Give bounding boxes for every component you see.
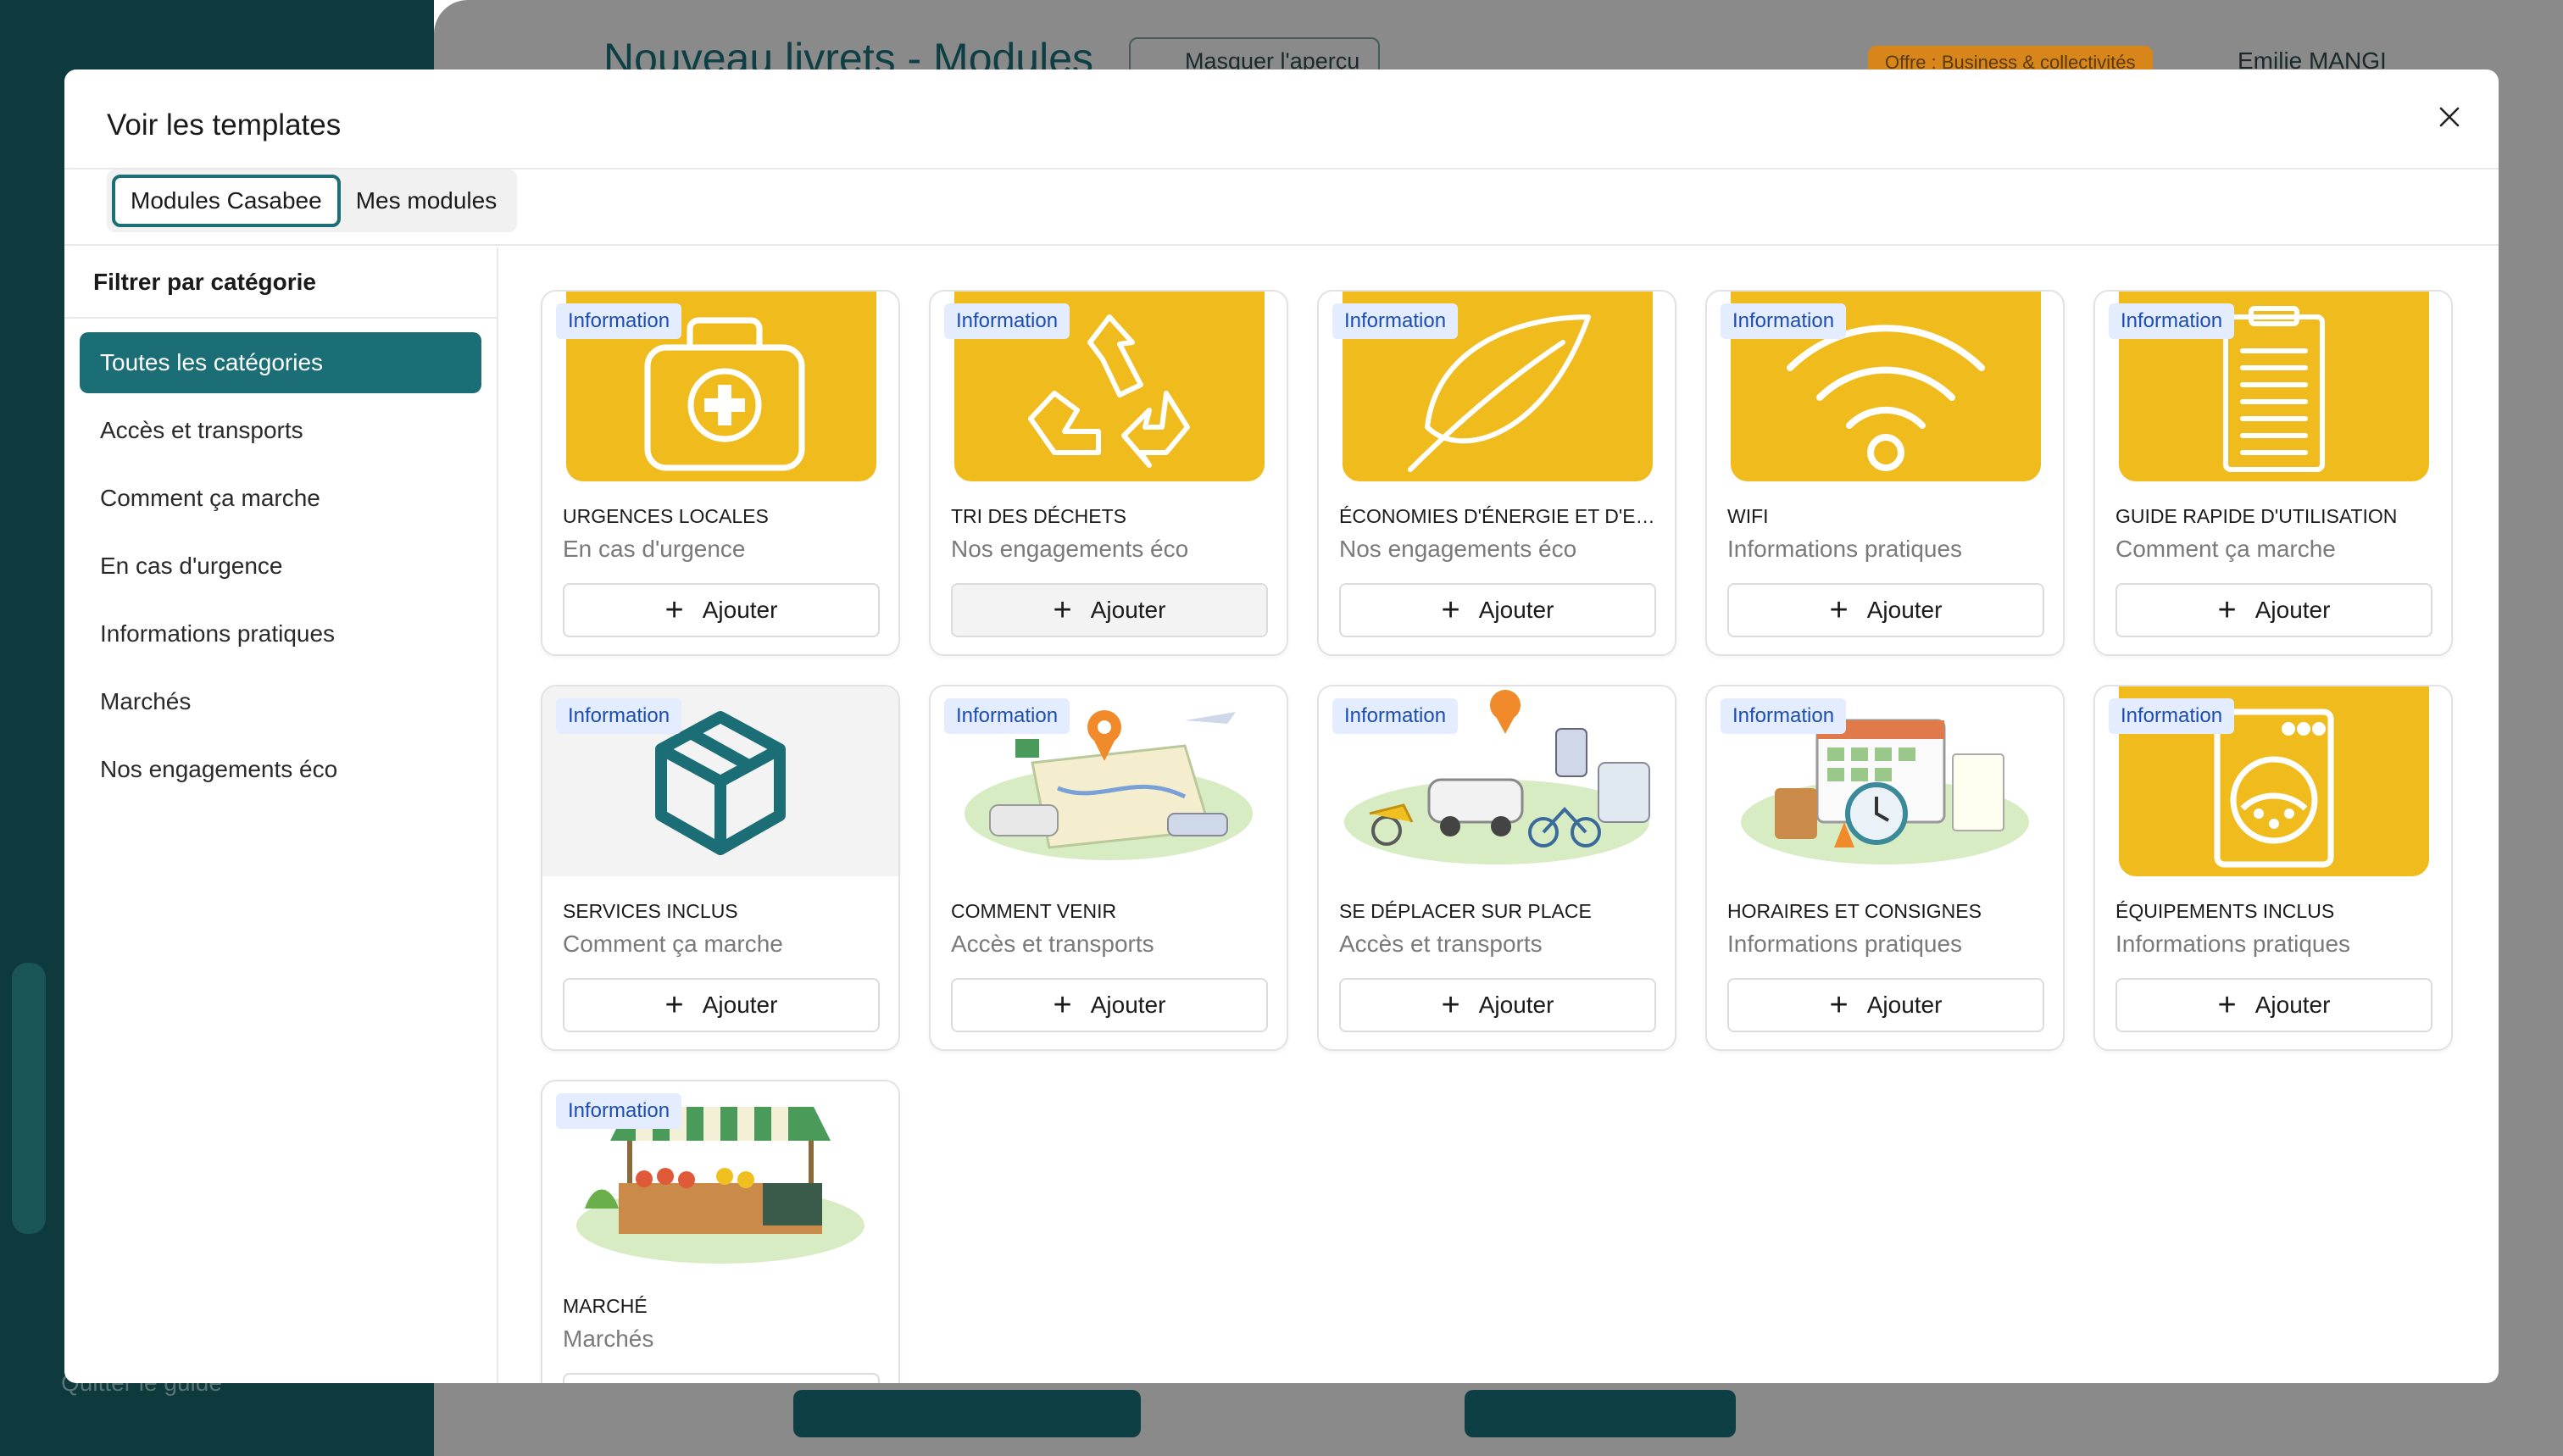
add-button[interactable]: + Ajouter xyxy=(951,583,1268,637)
add-label: Ajouter xyxy=(2254,992,2331,1018)
tab-mes-modules[interactable]: Mes modules xyxy=(341,175,513,227)
template-card: Information URGENCES LOCALES En cas d'ur… xyxy=(541,290,900,656)
category-badge: Information xyxy=(1721,698,1847,734)
category-all[interactable]: Toutes les catégories xyxy=(80,332,481,393)
sidebar-card xyxy=(12,963,46,1234)
card-title: ÉCONOMIES D'ÉNERGIE ET D'EA... xyxy=(1339,505,1661,527)
card-category: Informations pratiques xyxy=(1727,931,1963,957)
card-category: Accès et transports xyxy=(951,931,1154,957)
category-badge: Information xyxy=(556,303,682,339)
plus-icon: + xyxy=(1053,592,1072,628)
background-button xyxy=(1465,1390,1736,1437)
add-label: Ajouter xyxy=(2254,597,2331,623)
template-card: Information TRI DES DÉCHETS Nos engageme… xyxy=(929,290,1288,656)
card-category: Comment ça marche xyxy=(563,931,783,957)
plus-icon: + xyxy=(2217,987,2237,1023)
card-title: URGENCES LOCALES xyxy=(563,505,769,527)
add-label: Ajouter xyxy=(1866,992,1943,1018)
category-markets[interactable]: Marchés xyxy=(80,671,481,732)
add-label: Ajouter xyxy=(1866,597,1943,623)
category-emergency[interactable]: En cas d'urgence xyxy=(80,536,481,597)
category-badge: Information xyxy=(944,303,1070,339)
tab-group: Modules Casabee Mes modules xyxy=(107,169,518,232)
template-card: Information GUIDE RAPIDE D'UTILISATION C… xyxy=(2093,290,2453,656)
plus-icon: + xyxy=(1441,987,1460,1023)
template-card: Information SE DÉPLACER SUR PLACE Accès … xyxy=(1317,685,1676,1051)
category-eco[interactable]: Nos engagements éco xyxy=(80,739,481,800)
category-badge: Information xyxy=(944,698,1070,734)
plus-icon: + xyxy=(2217,592,2237,628)
template-card: Information COMMENT VENIR Accès et trans… xyxy=(929,685,1288,1051)
card-title: TRI DES DÉCHETS xyxy=(951,505,1127,527)
add-button[interactable]: +Ajouter xyxy=(563,1373,880,1383)
category-filter: Filtrer par catégorie Toutes les catégor… xyxy=(64,247,498,1383)
template-card: Information HORAIRES ET CONSIGNES Inform… xyxy=(1705,685,2065,1051)
template-card: Information ÉCONOMIES D'ÉNERGIE ET D'EA.… xyxy=(1317,290,1676,656)
modal-title: Voir les templates xyxy=(107,108,342,142)
add-button[interactable]: + Ajouter xyxy=(951,978,1268,1032)
card-category: Nos engagements éco xyxy=(951,536,1189,562)
add-label: Ajouter xyxy=(1090,597,1166,623)
category-badge: Information xyxy=(556,1093,682,1129)
card-category: Nos engagements éco xyxy=(1339,536,1577,562)
category-access-transport[interactable]: Accès et transports xyxy=(80,400,481,461)
templates-modal: Voir les templates Modules Casabee Mes m… xyxy=(64,69,2499,1383)
filter-title: Filtrer par catégorie xyxy=(64,247,497,319)
add-button[interactable]: + Ajouter xyxy=(2115,583,2432,637)
add-button[interactable]: + Ajouter xyxy=(1727,583,2044,637)
modal-header: Voir les templates xyxy=(64,69,2499,169)
card-category: Marchés xyxy=(563,1325,654,1352)
tabs-row: Modules Casabee Mes modules xyxy=(64,169,2499,246)
modal-body: Filtrer par catégorie Toutes les catégor… xyxy=(64,247,2499,1383)
add-label: Ajouter xyxy=(702,597,778,623)
add-label: Ajouter xyxy=(1478,992,1554,1018)
category-badge: Information xyxy=(556,698,682,734)
category-badge: Information xyxy=(2109,303,2235,339)
card-title: ÉQUIPEMENTS INCLUS xyxy=(2115,900,2335,922)
add-label: Ajouter xyxy=(702,992,778,1018)
template-grid: Information URGENCES LOCALES En cas d'ur… xyxy=(498,247,2499,1383)
card-title: SERVICES INCLUS xyxy=(563,900,738,922)
template-card: Information ÉQUIPEMENTS INCLUS Informati… xyxy=(2093,685,2453,1051)
card-title: WIFI xyxy=(1727,505,1769,527)
add-label: Ajouter xyxy=(1478,597,1554,623)
add-button[interactable]: + Ajouter xyxy=(2115,978,2432,1032)
background-button xyxy=(793,1390,1141,1437)
card-title: SE DÉPLACER SUR PLACE xyxy=(1339,900,1592,922)
category-practical-info[interactable]: Informations pratiques xyxy=(80,603,481,664)
close-button[interactable] xyxy=(2426,93,2473,141)
card-title: HORAIRES ET CONSIGNES xyxy=(1727,900,1982,922)
category-badge: Information xyxy=(2109,698,2235,734)
add-button[interactable]: + Ajouter xyxy=(1339,978,1656,1032)
card-category: Informations pratiques xyxy=(2115,931,2351,957)
plus-icon: + xyxy=(1829,987,1849,1023)
plus-icon: + xyxy=(664,592,684,628)
card-title: GUIDE RAPIDE D'UTILISATION xyxy=(2115,505,2398,527)
template-card: Information MARCHÉ Marchés xyxy=(541,1080,900,1383)
category-how-it-works[interactable]: Comment ça marche xyxy=(80,468,481,529)
add-label: Ajouter xyxy=(1090,992,1166,1018)
card-category: Accès et transports xyxy=(1339,931,1543,957)
category-list: Toutes les catégories Accès et transport… xyxy=(64,319,497,820)
plus-icon: + xyxy=(1441,592,1460,628)
card-category: Comment ça marche xyxy=(2115,536,2336,562)
add-button[interactable]: + Ajouter xyxy=(1339,583,1656,637)
category-badge: Information xyxy=(1332,303,1459,339)
add-button[interactable]: + Ajouter xyxy=(563,583,880,637)
plus-icon: + xyxy=(1829,592,1849,628)
plus-icon: + xyxy=(1053,987,1072,1023)
template-card: Information SERVICES INCLUS Comment ça m… xyxy=(541,685,900,1051)
category-badge: Information xyxy=(1721,303,1847,339)
card-title: MARCHÉ xyxy=(563,1295,648,1317)
add-button[interactable]: + Ajouter xyxy=(563,978,880,1032)
add-button[interactable]: + Ajouter xyxy=(1727,978,2044,1032)
card-category: En cas d'urgence xyxy=(563,536,746,562)
tab-modules-casabee[interactable]: Modules Casabee xyxy=(112,175,341,227)
template-card: Information WIFI Informations pratiques … xyxy=(1705,290,2065,656)
close-icon xyxy=(2439,107,2460,127)
category-badge: Information xyxy=(1332,698,1459,734)
card-title: COMMENT VENIR xyxy=(951,900,1117,922)
card-category: Informations pratiques xyxy=(1727,536,1963,562)
plus-icon: + xyxy=(664,987,684,1023)
